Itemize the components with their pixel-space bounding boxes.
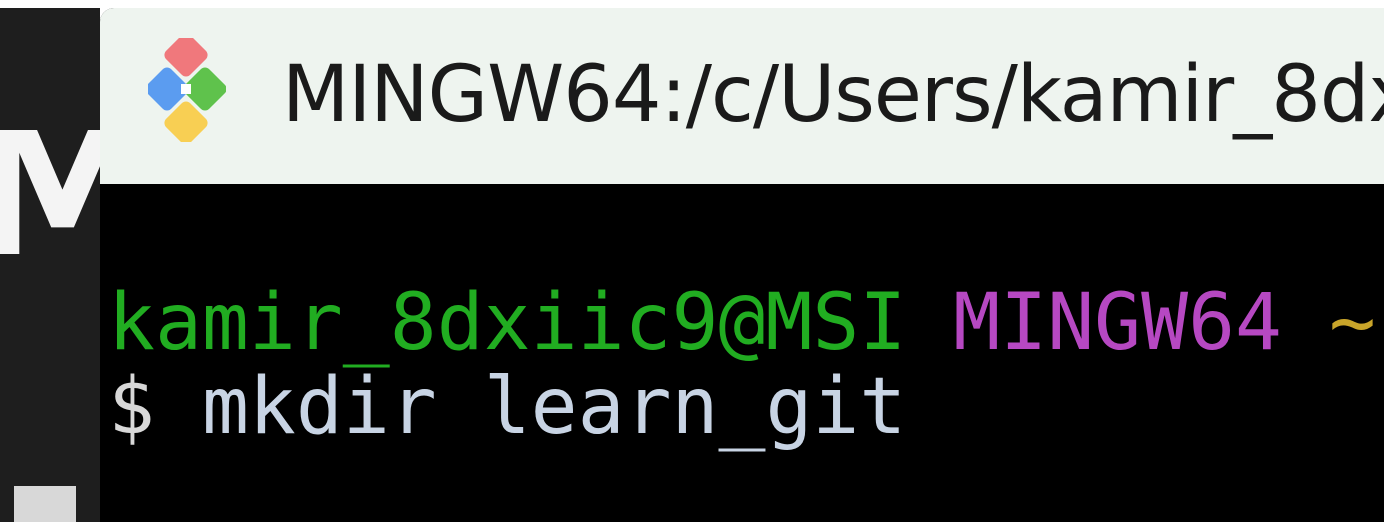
background-window-letter: M bbox=[0, 130, 100, 280]
prompt-symbol: $ bbox=[108, 362, 155, 452]
screenshot-stage: M MINGW64:/c/Users/kamir_8dxiic9 kamir_8… bbox=[0, 0, 1384, 522]
prompt-user-host: kamir_8dxiic9@MSI bbox=[108, 278, 907, 368]
prompt-system: MINGW64 bbox=[953, 278, 1283, 368]
command-text[interactable]: mkdir learn_git bbox=[202, 362, 906, 452]
prompt-line: kamir_8dxiic9@MSI MINGW64 ~ bbox=[108, 284, 1376, 362]
background-window: M bbox=[0, 0, 100, 522]
terminal-body[interactable]: kamir_8dxiic9@MSI MINGW64 ~ $ mkdir lear… bbox=[100, 184, 1384, 522]
terminal-window[interactable]: MINGW64:/c/Users/kamir_8dxiic9 kamir_8dx… bbox=[100, 8, 1384, 522]
prompt-cwd: ~ bbox=[1329, 278, 1376, 368]
background-window-block bbox=[14, 486, 76, 522]
desktop-strip bbox=[0, 0, 118, 8]
command-line[interactable]: $ mkdir learn_git bbox=[108, 368, 906, 446]
git-bash-icon[interactable] bbox=[148, 38, 226, 142]
window-title: MINGW64:/c/Users/kamir_8dxiic9 bbox=[282, 50, 1384, 140]
title-bar[interactable]: MINGW64:/c/Users/kamir_8dxiic9 bbox=[100, 8, 1384, 184]
